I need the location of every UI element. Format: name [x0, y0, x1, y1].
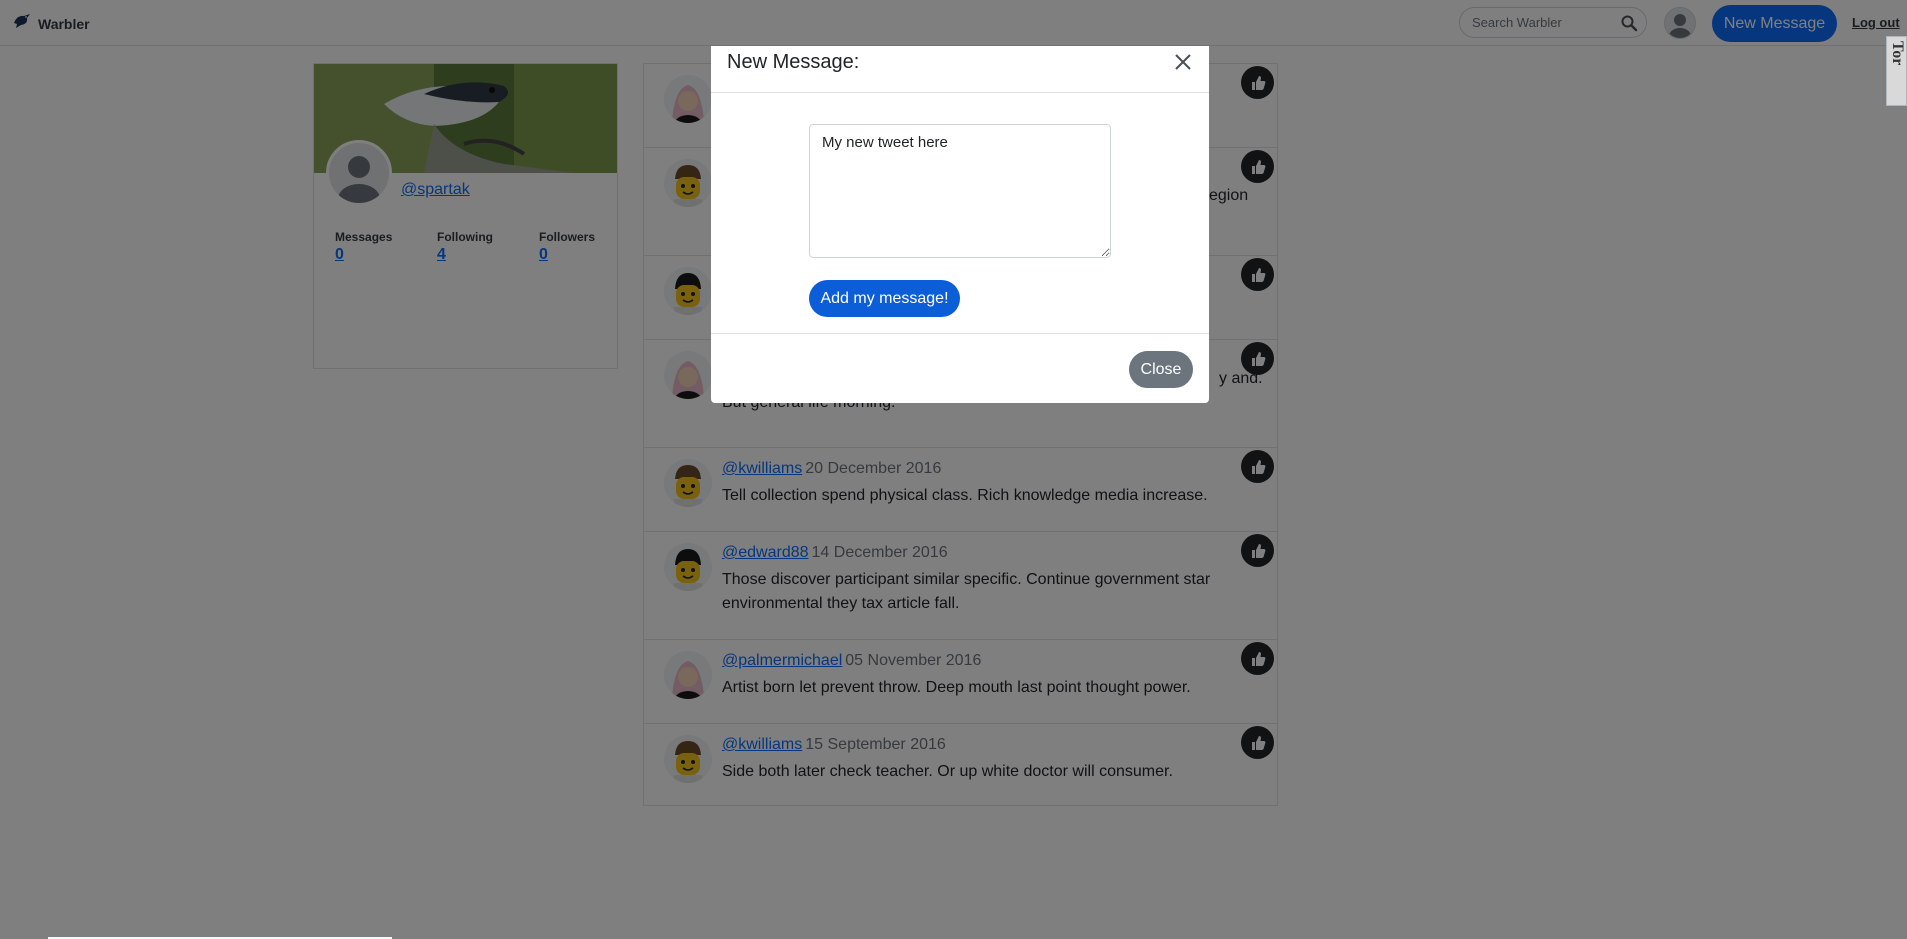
- side-widget[interactable]: Tor: [1886, 36, 1907, 106]
- new-message-modal: New Message: My new tweet here Add my me…: [711, 46, 1209, 403]
- modal-divider: [711, 333, 1209, 334]
- side-widget-label: Tor: [1889, 41, 1906, 66]
- close-icon[interactable]: [1171, 50, 1195, 74]
- add-message-button[interactable]: Add my message!: [809, 280, 960, 317]
- message-textarea[interactable]: My new tweet here: [809, 124, 1111, 258]
- modal-title: New Message:: [727, 51, 860, 73]
- close-button[interactable]: Close: [1129, 351, 1193, 388]
- modal-divider: [711, 92, 1209, 93]
